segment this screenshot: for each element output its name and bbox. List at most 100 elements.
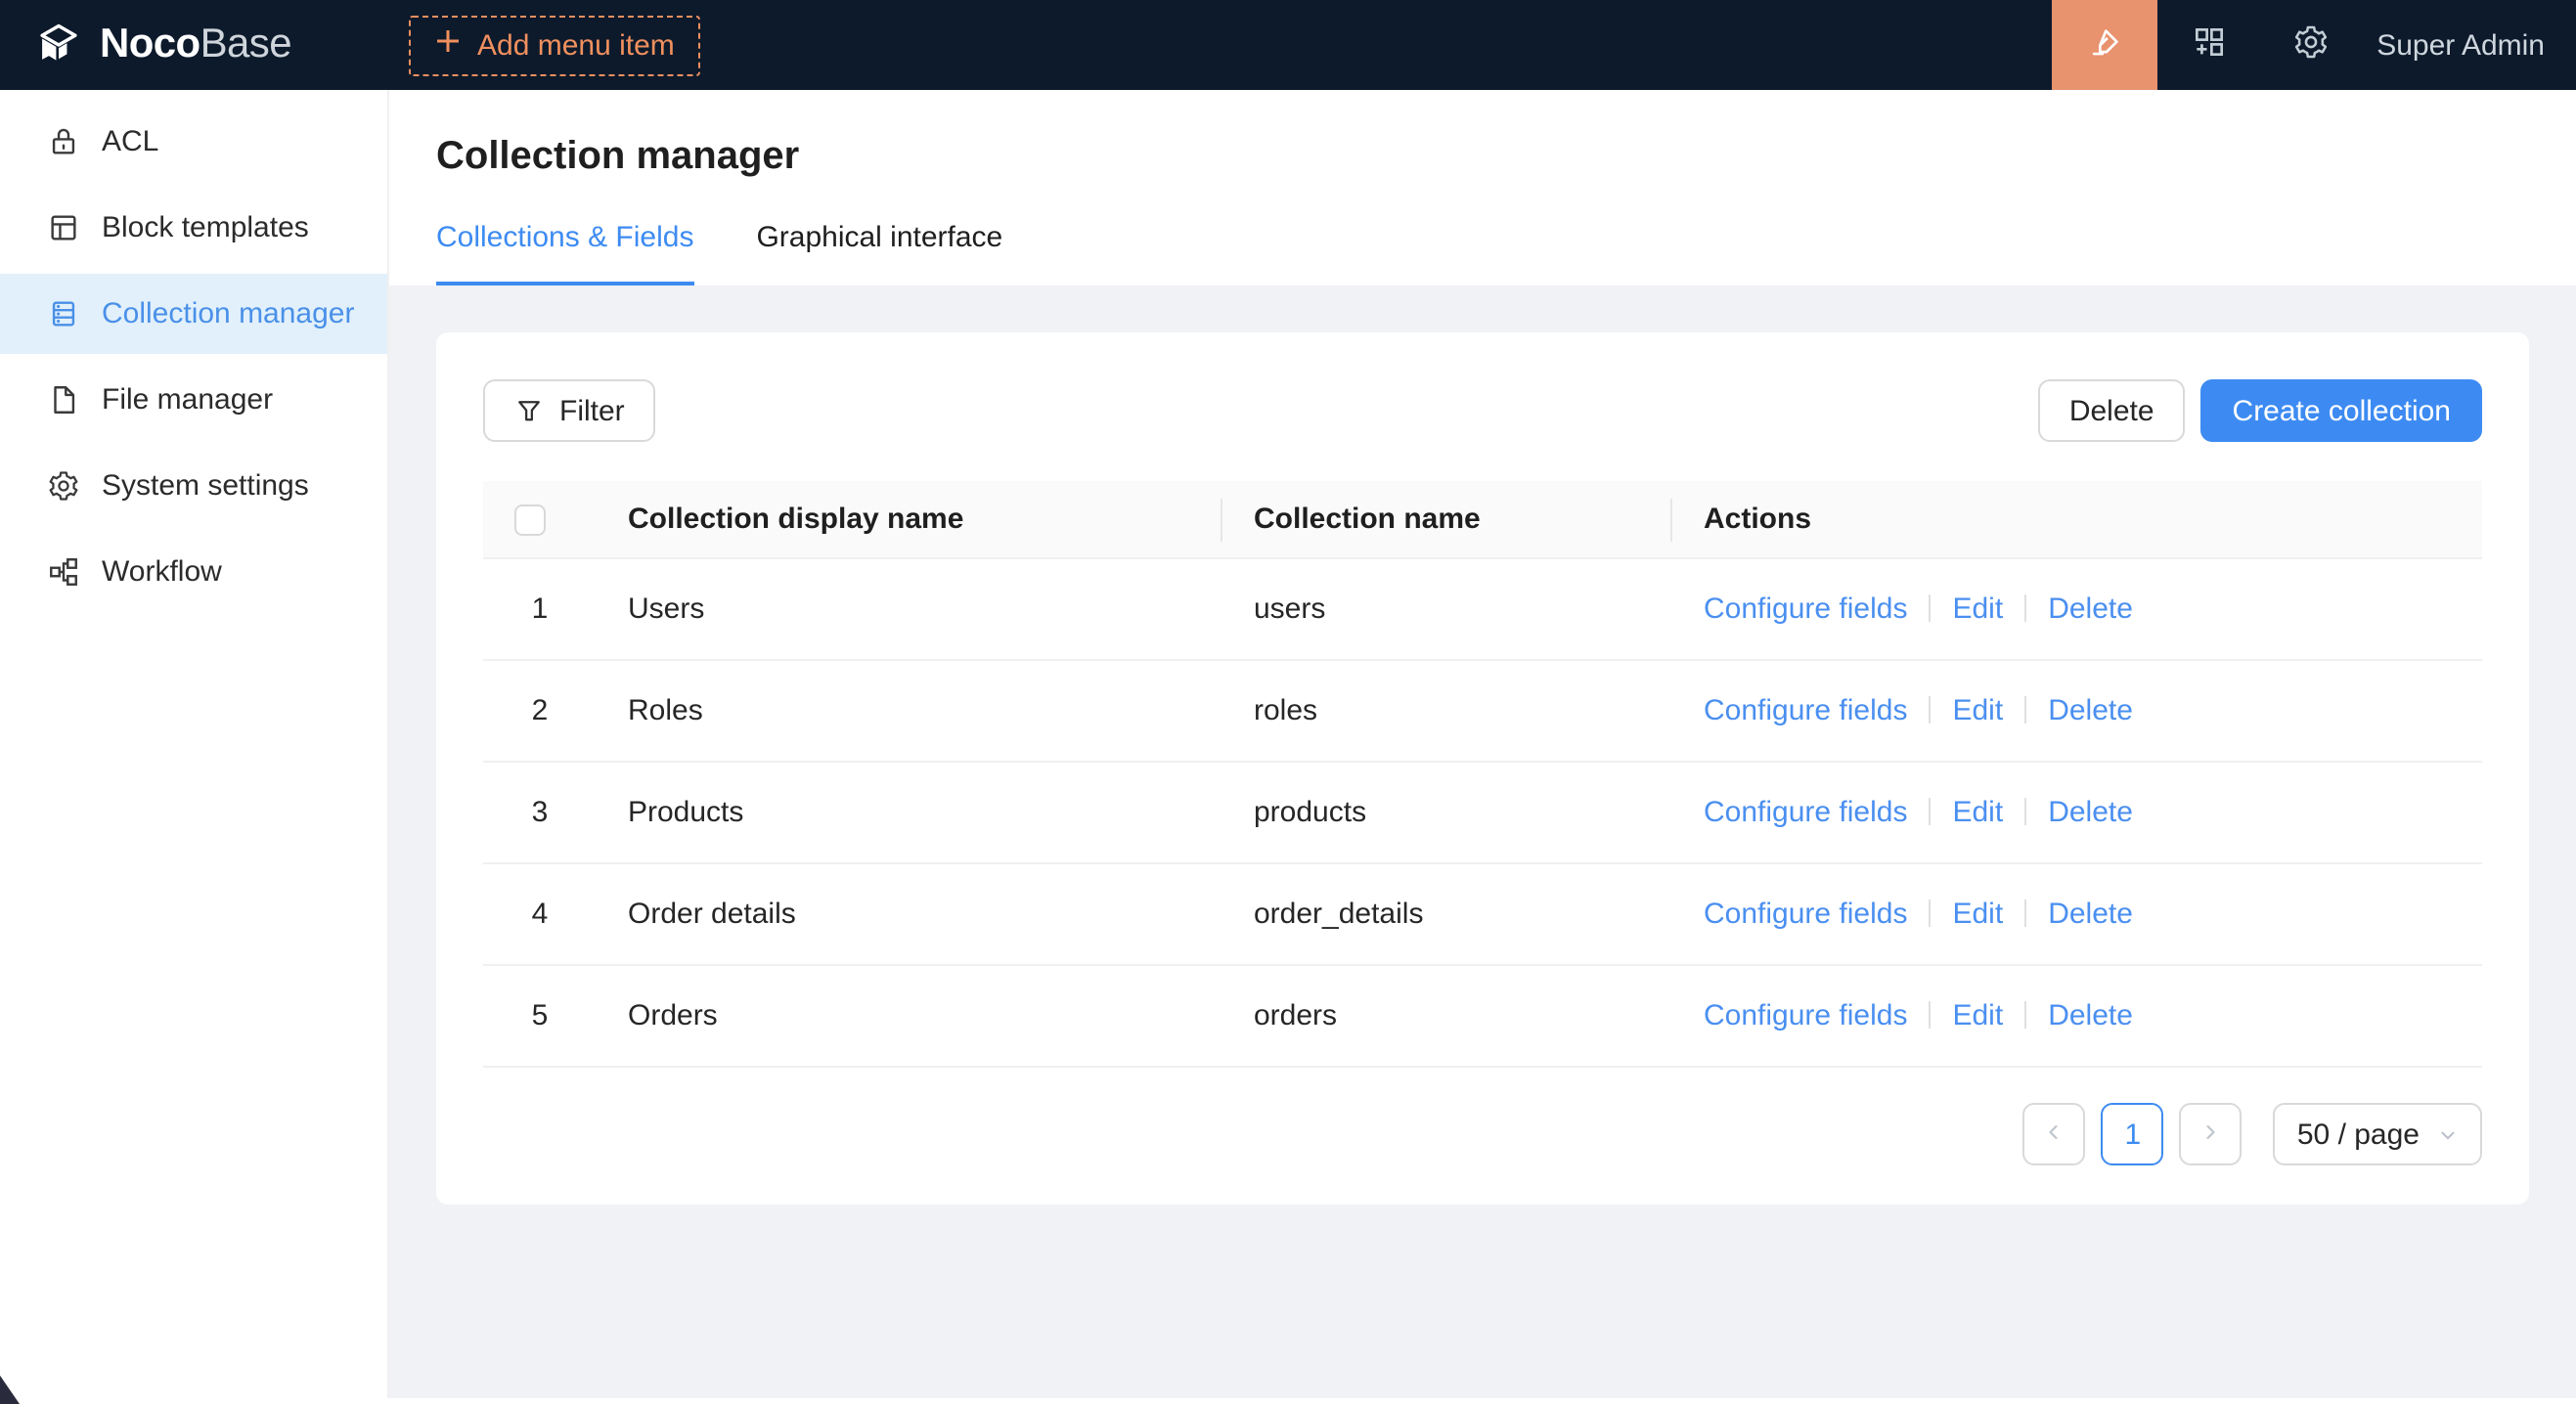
filter-icon xyxy=(514,396,544,425)
database-icon xyxy=(47,297,80,330)
app-root: NocoBase Add menu item xyxy=(0,0,2576,1398)
chevron-left-icon xyxy=(2043,1118,2066,1151)
delete-link[interactable]: Delete xyxy=(2048,796,2133,829)
action-divider xyxy=(2024,594,2026,622)
table-row: 4 Order details order_details Configure … xyxy=(483,863,2482,965)
page-title: Collection manager xyxy=(436,135,2529,180)
tab-graphical-interface[interactable]: Graphical interface xyxy=(756,221,1002,285)
filter-button-label: Filter xyxy=(559,394,625,427)
sidebar-item-file-manager[interactable]: File manager xyxy=(0,360,387,440)
configure-fields-link[interactable]: Configure fields xyxy=(1704,592,1907,626)
edit-link[interactable]: Edit xyxy=(1952,898,2003,931)
edit-link[interactable]: Edit xyxy=(1952,999,2003,1032)
sidebar: ACL Block templates Collection manager xyxy=(0,90,389,1398)
table-row: 5 Orders orders Configure fields Edit Dele… xyxy=(483,965,2482,1067)
lock-icon xyxy=(47,125,80,158)
edit-link[interactable]: Edit xyxy=(1952,694,2003,727)
select-all-checkbox[interactable] xyxy=(514,505,546,536)
column-header-name: Collection name xyxy=(1222,481,1672,558)
action-divider xyxy=(2024,798,2026,825)
filter-button[interactable]: Filter xyxy=(483,379,656,442)
action-divider xyxy=(1929,696,1931,724)
page-size-select[interactable]: 50 / page xyxy=(2274,1103,2482,1165)
logo-text-light: Base xyxy=(200,22,291,66)
appstore-add-icon xyxy=(2190,22,2227,67)
pagination: 1 50 / page xyxy=(483,1103,2482,1165)
configure-fields-link[interactable]: Configure fields xyxy=(1704,796,1907,829)
sidebar-item-label: ACL xyxy=(102,125,158,158)
delete-link[interactable]: Delete xyxy=(2048,694,2133,727)
file-icon xyxy=(47,383,80,417)
column-header-actions: Actions xyxy=(1672,481,2482,558)
table-row: 3 Products products Configure fieldsEdit… xyxy=(483,762,2482,863)
action-divider xyxy=(2024,696,2026,724)
tabs: Collections & Fields Graphical interface xyxy=(436,221,2529,285)
configure-fields-link[interactable]: Configure fields xyxy=(1704,694,1907,727)
sidebar-item-workflow[interactable]: Workflow xyxy=(0,532,387,612)
table-toolbar: Filter Delete Create collection xyxy=(483,379,2482,442)
column-header-display-name: Collection display name xyxy=(597,481,1222,558)
row-index: 3 xyxy=(483,762,597,863)
table-header-row: Collection display name Collection name … xyxy=(483,481,2482,558)
sidebar-item-label: Workflow xyxy=(102,555,222,589)
add-menu-item-button[interactable]: Add menu item xyxy=(409,15,700,75)
row-index: 5 xyxy=(483,965,597,1067)
logo-text: NocoBase xyxy=(100,22,291,68)
content-area: Filter Delete Create collection Coll xyxy=(389,285,2576,1398)
nocobase-logo[interactable]: NocoBase xyxy=(0,20,389,70)
row-index: 1 xyxy=(483,558,597,660)
sidebar-item-label: Block templates xyxy=(102,211,309,244)
configure-fields-link[interactable]: Configure fields xyxy=(1704,898,1907,931)
page-size-value: 50 / page xyxy=(2297,1118,2420,1151)
sidebar-item-label: System settings xyxy=(102,469,309,503)
cell-display-name: Orders xyxy=(597,965,1222,1067)
cell-actions: Configure fields Edit Delete xyxy=(1672,965,2482,1067)
action-divider xyxy=(1929,899,1931,927)
delete-link[interactable]: Delete xyxy=(2048,999,2133,1032)
create-collection-button[interactable]: Create collection xyxy=(2201,379,2482,442)
cell-display-name: Users xyxy=(597,558,1222,660)
ui-editor-button[interactable] xyxy=(2052,0,2157,90)
gear-icon xyxy=(47,469,80,503)
sidebar-item-label: Collection manager xyxy=(102,297,355,330)
delete-link[interactable]: Delete xyxy=(2048,898,2133,931)
chevron-down-icon xyxy=(2437,1123,2459,1145)
action-divider xyxy=(2024,1001,2026,1029)
highlighter-icon xyxy=(2086,22,2123,67)
edit-link[interactable]: Edit xyxy=(1952,592,2003,626)
cell-display-name: Order details xyxy=(597,863,1222,965)
layout-icon xyxy=(47,211,80,244)
prev-page-button[interactable] xyxy=(2023,1103,2086,1165)
add-menu-item-label: Add menu item xyxy=(477,28,675,62)
collections-table: Collection display name Collection name … xyxy=(483,481,2482,1068)
delete-link[interactable]: Delete xyxy=(2048,592,2133,626)
cell-name: order_details xyxy=(1222,863,1672,965)
sidebar-item-collection-manager[interactable]: Collection manager xyxy=(0,274,387,354)
plus-icon xyxy=(434,27,462,63)
system-settings-button[interactable] xyxy=(2259,0,2361,90)
chevron-right-icon xyxy=(2199,1118,2223,1151)
toolbar-right: Delete Create collection xyxy=(2038,379,2482,442)
action-divider xyxy=(1929,798,1931,825)
page-header: Collection manager Collections & Fields … xyxy=(389,90,2576,285)
sidebar-item-acl[interactable]: ACL xyxy=(0,102,387,182)
page-1-button[interactable]: 1 xyxy=(2102,1103,2164,1165)
delete-button[interactable]: Delete xyxy=(2038,379,2186,442)
plugin-manager-button[interactable] xyxy=(2157,0,2259,90)
user-menu[interactable]: Super Admin xyxy=(2376,28,2545,62)
cell-display-name: Roles xyxy=(597,660,1222,762)
action-divider xyxy=(1929,594,1931,622)
sidebar-item-system-settings[interactable]: System settings xyxy=(0,446,387,526)
tab-collections-fields[interactable]: Collections & Fields xyxy=(436,221,693,285)
sidebar-item-block-templates[interactable]: Block templates xyxy=(0,188,387,268)
cell-name: products xyxy=(1222,762,1672,863)
row-index: 4 xyxy=(483,863,597,965)
cell-name: orders xyxy=(1222,965,1672,1067)
logo-text-bold: Noco xyxy=(100,22,200,66)
row-index: 2 xyxy=(483,660,597,762)
configure-fields-link[interactable]: Configure fields xyxy=(1704,999,1907,1032)
next-page-button[interactable] xyxy=(2180,1103,2243,1165)
cell-actions: Configure fields Edit Delete xyxy=(1672,558,2482,660)
edit-link[interactable]: Edit xyxy=(1952,796,2003,829)
partition-icon xyxy=(47,555,80,589)
